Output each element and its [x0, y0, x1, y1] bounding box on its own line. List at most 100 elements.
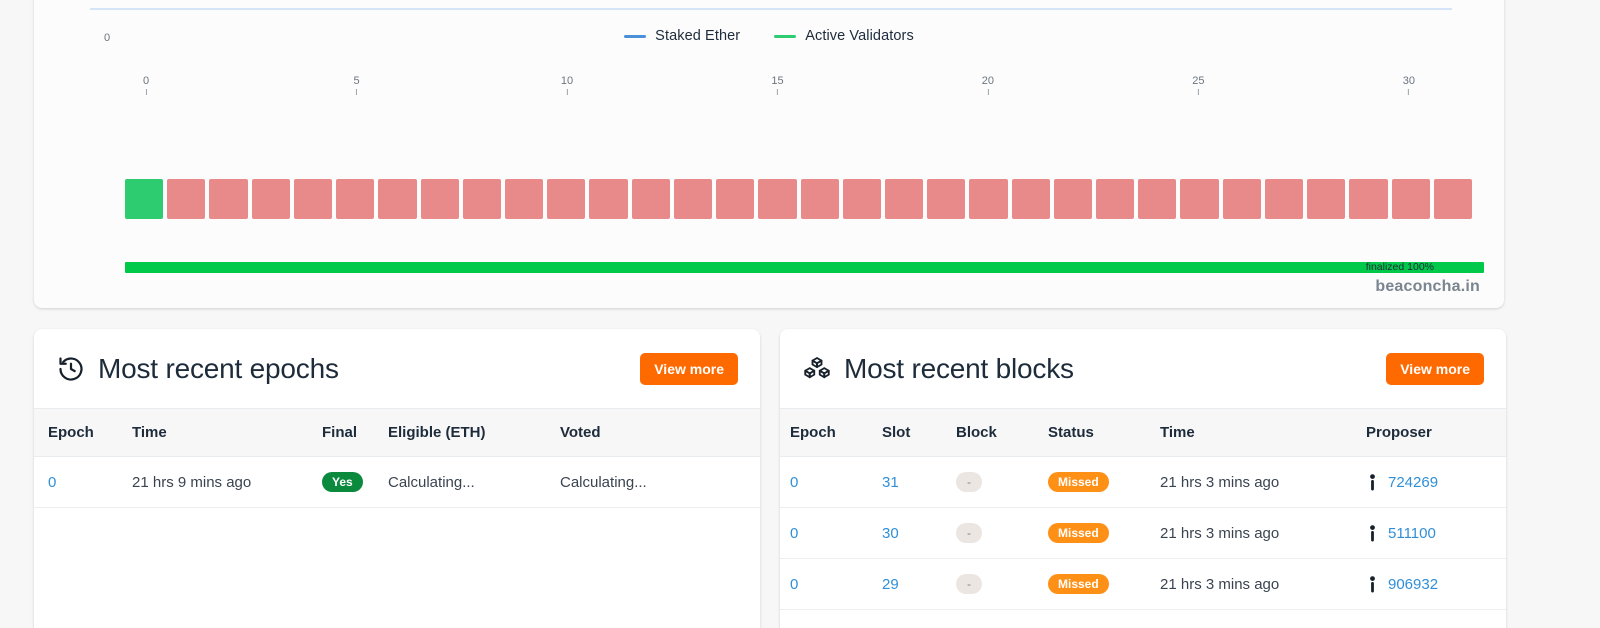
- slot-block-10[interactable]: [547, 179, 586, 219]
- slot-block-15[interactable]: [758, 179, 797, 219]
- block-proposer-cell: 906932: [1366, 558, 1506, 610]
- slot-block-27[interactable]: [1264, 179, 1304, 219]
- block-status-cell: Missed: [1048, 507, 1160, 559]
- finalized-progress-bar: [125, 262, 1484, 273]
- x-axis-tick-mark: [987, 89, 989, 95]
- x-axis-tick-label: 20: [981, 75, 995, 87]
- epochs-col-voted: Voted: [560, 408, 760, 457]
- slot-block-19[interactable]: [927, 179, 966, 219]
- most-recent-epochs-card: Most recent epochs View more Epoch Time …: [34, 329, 760, 628]
- slot-block-16[interactable]: [800, 179, 839, 219]
- x-axis-tick-mark: [1197, 89, 1199, 95]
- slot-block-2[interactable]: [209, 179, 248, 219]
- x-axis-tick-label: 5: [353, 75, 360, 87]
- blocks-header-row: Epoch Slot Block Status Time Proposer: [780, 408, 1506, 457]
- slot-block-18[interactable]: [884, 179, 924, 219]
- slot-block-13[interactable]: [673, 179, 713, 219]
- legend-item-1: Staked Ether: [624, 28, 740, 44]
- slot-block-3[interactable]: [251, 179, 290, 219]
- slot-block-25[interactable]: [1180, 179, 1219, 219]
- blocks-card-header: Most recent blocks View more: [780, 329, 1506, 408]
- blocks-card-title: Most recent blocks: [802, 353, 1074, 385]
- epoch-link[interactable]: 0: [790, 576, 798, 593]
- history-clock-icon: [56, 354, 86, 384]
- status-badge: Missed: [1048, 472, 1109, 492]
- blocks-col-slot: Slot: [882, 408, 956, 457]
- block-proposer-cell: 724269: [1366, 456, 1506, 508]
- slot-block-31[interactable]: [1433, 179, 1472, 219]
- slot-link[interactable]: 31: [882, 474, 899, 491]
- slot-block-30[interactable]: [1391, 179, 1430, 219]
- slot-block-22[interactable]: [1053, 179, 1093, 219]
- slot-block-23[interactable]: [1096, 179, 1135, 219]
- slot-block-8[interactable]: [462, 179, 501, 219]
- slot-block-14[interactable]: [716, 179, 755, 219]
- status-badge: Yes: [322, 472, 363, 492]
- epoch-voted-cell: Calculating...: [560, 456, 760, 508]
- staked-ether-series-line: [90, 8, 1452, 10]
- table-row: 0 21 hrs 9 mins ago Yes Calculating... Calcu…: [34, 456, 760, 508]
- epochs-col-eligible: Eligible (ETH): [388, 408, 560, 457]
- block-empty-pill: -: [956, 523, 982, 543]
- x-axis-tick-5: 5: [353, 75, 360, 95]
- x-axis-tick-label: 10: [560, 75, 574, 87]
- slot-block-17[interactable]: [842, 179, 881, 219]
- x-axis-tick-label: 0: [142, 75, 150, 87]
- proposer-link[interactable]: 906932: [1388, 576, 1438, 593]
- slot-block-26[interactable]: [1222, 179, 1261, 219]
- slot-block-9[interactable]: [504, 179, 544, 219]
- slot-block-29[interactable]: [1349, 179, 1388, 219]
- block-number-cell: -: [956, 456, 1048, 508]
- dashboard-page: Staked Ether Active Validators 0 0 5 10 15 20…: [0, 0, 1600, 628]
- legend-item-2: Active Validators: [774, 28, 914, 44]
- slot-block-20[interactable]: [969, 179, 1008, 219]
- line-swatch-green: [774, 34, 797, 38]
- epoch-link[interactable]: 0: [790, 474, 798, 491]
- slot-link[interactable]: 29: [882, 576, 899, 593]
- x-axis-tick-label: 15: [771, 75, 784, 87]
- block-empty-pill: -: [956, 574, 982, 594]
- validator-person-icon: [1366, 524, 1379, 542]
- slot-block-1[interactable]: [167, 179, 206, 219]
- epoch-final-cell: Yes: [322, 456, 388, 508]
- blocks-view-more-button[interactable]: View more: [1386, 352, 1484, 385]
- blocks-table: Epoch Slot Block Status Time Proposer 0 3…: [780, 408, 1506, 610]
- x-axis-tick-15: 15: [771, 75, 784, 95]
- slot-block-0[interactable]: [125, 179, 164, 219]
- blocks-card-title-text: Most recent blocks: [844, 352, 1074, 384]
- slot-block-24[interactable]: [1138, 179, 1177, 219]
- blocks-table-body: 0 31 - Missed 21 hrs 3 mins ago 724269 0 30 - Mis…: [780, 456, 1506, 610]
- epoch-time-cell: 21 hrs 9 mins ago: [132, 456, 322, 508]
- epoch-link[interactable]: 0: [790, 525, 798, 542]
- slot-block-7[interactable]: [420, 179, 459, 219]
- validator-person-icon: [1366, 575, 1379, 593]
- block-number-cell: -: [956, 507, 1048, 559]
- epoch-eligible-cell: Calculating...: [388, 456, 560, 508]
- blocks-col-epoch: Epoch: [780, 408, 882, 457]
- status-badge: Missed: [1048, 523, 1109, 543]
- slot-block-21[interactable]: [1011, 179, 1050, 219]
- slot-block-11[interactable]: [589, 179, 628, 219]
- slot-block-6[interactable]: [378, 179, 417, 219]
- line-swatch-blue: [624, 34, 647, 38]
- blocks-col-block: Block: [956, 408, 1048, 457]
- block-epoch-cell: 0: [780, 507, 882, 559]
- status-badge: Missed: [1048, 574, 1109, 594]
- table-row: 0 29 - Missed 21 hrs 3 mins ago 906932: [780, 558, 1506, 610]
- block-number-cell: -: [956, 558, 1048, 610]
- epochs-view-more-button[interactable]: View more: [640, 352, 738, 385]
- epoch-link[interactable]: 0: [48, 474, 56, 491]
- x-axis-tick-label: 25: [1192, 75, 1205, 87]
- slot-block-4[interactable]: [293, 179, 333, 219]
- proposer-link[interactable]: 724269: [1388, 474, 1438, 491]
- x-axis: 0 5 10 15 20 25 30: [34, 75, 1504, 107]
- network-chart-card: Staked Ether Active Validators 0 0 5 10 15 20…: [34, 0, 1504, 308]
- epochs-card-header: Most recent epochs View more: [34, 329, 760, 408]
- x-axis-tick-label: 30: [1402, 75, 1415, 87]
- block-time-cell: 21 hrs 3 mins ago: [1160, 507, 1366, 559]
- slot-block-5[interactable]: [336, 179, 375, 219]
- slot-block-28[interactable]: [1307, 179, 1346, 219]
- slot-link[interactable]: 30: [882, 525, 899, 542]
- proposer-link[interactable]: 511100: [1388, 525, 1436, 542]
- slot-block-12[interactable]: [631, 179, 670, 219]
